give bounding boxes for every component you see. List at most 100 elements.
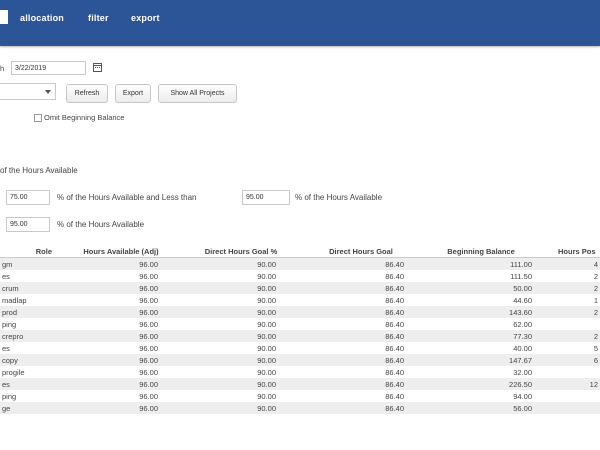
column-header-role[interactable]: Role bbox=[0, 245, 66, 258]
direct-hours-goal-cell: 86.40 bbox=[385, 295, 404, 305]
column-header-direct-hours-goal-pct[interactable]: Direct Hours Goal % bbox=[176, 245, 306, 258]
direct-hours-goal-pct-cell: 90.00 bbox=[257, 319, 276, 329]
hours-pos-cell: 5 bbox=[593, 343, 598, 353]
threshold-low-input[interactable]: 75.00 bbox=[6, 190, 50, 205]
hours-available-cell: 96.00 bbox=[66, 354, 176, 366]
table-row[interactable]: es 96.00 90.00 86.40 226.50 12 bbox=[0, 378, 600, 390]
beginning-balance-cell: 111.00 bbox=[416, 257, 546, 270]
beginning-balance-cell: 147.67 bbox=[416, 354, 546, 366]
direct-hours-goal-cell: 86.40 bbox=[306, 306, 416, 318]
omit-beginning-balance-checkbox[interactable] bbox=[34, 114, 42, 122]
role-cell: crum bbox=[0, 282, 66, 294]
threshold-top-input[interactable]: 95.00 bbox=[6, 217, 50, 232]
hours-table: Role Hours Available (Adj) Direct Hours … bbox=[0, 245, 600, 414]
table-row[interactable]: es 96.00 90.00 86.40 111.50 2 bbox=[0, 270, 600, 282]
beginning-balance-cell: 44.60 bbox=[513, 295, 532, 305]
direct-hours-goal-cell: 86.40 bbox=[306, 402, 416, 414]
role-cell: gm bbox=[0, 257, 66, 270]
hours-pos-cell bbox=[546, 366, 600, 378]
hours-pos-cell: 6 bbox=[546, 354, 600, 366]
beginning-balance-cell: 50.00 bbox=[416, 282, 546, 294]
nav-filter[interactable]: filter bbox=[88, 13, 109, 23]
column-header-hours-available[interactable]: Hours Available (Adj) bbox=[66, 245, 176, 258]
role-cell: crepro bbox=[0, 330, 66, 342]
direct-hours-goal-pct-cell: 90.00 bbox=[257, 271, 276, 281]
direct-hours-goal-cell: 86.40 bbox=[306, 354, 416, 366]
direct-hours-goal-cell: 86.40 bbox=[306, 282, 416, 294]
beginning-balance-cell: 77.30 bbox=[416, 330, 546, 342]
column-header-beginning-balance[interactable]: Beginning Balance bbox=[416, 245, 546, 258]
beginning-balance-cell: 143.60 bbox=[416, 306, 546, 318]
hours-available-cell: 96.00 bbox=[66, 257, 176, 270]
table-row[interactable]: progile 96.00 90.00 86.40 32.00 bbox=[0, 366, 600, 378]
direct-hours-goal-cell: 86.40 bbox=[385, 319, 404, 329]
direct-hours-goal-cell: 86.40 bbox=[306, 257, 416, 270]
table-row[interactable]: crum 96.00 90.00 86.40 50.00 2 bbox=[0, 282, 600, 294]
role-cell: madlap bbox=[2, 295, 27, 305]
top-nav-bar: allocation filter export bbox=[0, 0, 600, 46]
hours-available-cell: 96.00 bbox=[139, 343, 158, 353]
hours-available-cell: 96.00 bbox=[66, 402, 176, 414]
column-header-hours-pos[interactable]: Hours Pos bbox=[546, 245, 600, 258]
threshold-high-input[interactable]: 95.00 bbox=[242, 190, 290, 205]
table-row[interactable]: gm 96.00 90.00 86.40 111.00 4 bbox=[0, 257, 600, 270]
hours-pos-cell bbox=[546, 318, 600, 330]
direct-hours-goal-cell: 86.40 bbox=[385, 391, 404, 401]
hours-pos-cell: 2 bbox=[546, 306, 600, 318]
beginning-balance-cell: 56.00 bbox=[416, 402, 546, 414]
direct-hours-goal-pct-cell: 90.00 bbox=[176, 257, 306, 270]
direct-hours-goal-pct-cell: 90.00 bbox=[257, 391, 276, 401]
direct-hours-goal-cell: 86.40 bbox=[385, 271, 404, 281]
role-cell: ge bbox=[0, 402, 66, 414]
app-logo[interactable] bbox=[0, 10, 8, 24]
show-all-projects-button[interactable]: Show All Projects bbox=[158, 84, 237, 103]
direct-hours-goal-cell: 86.40 bbox=[306, 330, 416, 342]
table-row[interactable]: crepro 96.00 90.00 86.40 77.30 2 bbox=[0, 330, 600, 342]
beginning-balance-cell: 40.00 bbox=[513, 343, 532, 353]
threshold-line-2-suffix: % of the Hours Available bbox=[295, 193, 383, 202]
role-cell: ping bbox=[2, 319, 17, 329]
hours-available-cell: 96.00 bbox=[139, 367, 158, 377]
table-row[interactable]: ping 96.00 90.00 86.40 62.00 bbox=[0, 318, 600, 330]
table-row[interactable]: copy 96.00 90.00 86.40 147.67 6 bbox=[0, 354, 600, 366]
hours-available-cell: 96.00 bbox=[66, 330, 176, 342]
direct-hours-goal-cell: 86.40 bbox=[385, 343, 404, 353]
hours-pos-cell: 2 bbox=[546, 282, 600, 294]
beginning-balance-cell: 62.00 bbox=[513, 319, 532, 329]
hours-available-cell: 96.00 bbox=[139, 391, 158, 401]
table-row[interactable]: prod 96.00 90.00 86.40 143.60 2 bbox=[0, 306, 600, 318]
role-cell: copy bbox=[0, 354, 66, 366]
hours-available-cell: 96.00 bbox=[139, 319, 158, 329]
hours-pos-cell bbox=[546, 390, 600, 402]
role-cell: es bbox=[2, 343, 10, 353]
table-row[interactable]: es 96.00 90.00 86.40 40.00 5 bbox=[0, 342, 600, 354]
direct-hours-goal-cell: 86.40 bbox=[306, 378, 416, 390]
omit-beginning-balance-label: Omit Beginning Balance bbox=[44, 113, 125, 122]
export-button[interactable]: Export bbox=[115, 84, 151, 103]
direct-hours-goal-pct-cell: 90.00 bbox=[176, 282, 306, 294]
table-row[interactable]: ge 96.00 90.00 86.40 56.00 bbox=[0, 402, 600, 414]
direct-hours-goal-pct-cell: 90.00 bbox=[176, 402, 306, 414]
refresh-button[interactable]: Refresh bbox=[66, 84, 108, 103]
calendar-icon[interactable] bbox=[93, 63, 102, 72]
hours-pos-cell: 2 bbox=[546, 330, 600, 342]
hours-pos-cell: 2 bbox=[593, 271, 598, 281]
date-input[interactable]: 3/22/2019 bbox=[11, 61, 86, 75]
hours-pos-cell: 4 bbox=[546, 257, 600, 270]
hours-available-cell: 96.00 bbox=[66, 378, 176, 390]
hours-available-cell: 96.00 bbox=[66, 282, 176, 294]
column-header-direct-hours-goal[interactable]: Direct Hours Goal bbox=[306, 245, 416, 258]
table-row[interactable]: ping 96.00 90.00 86.40 94.00 bbox=[0, 390, 600, 402]
hours-pos-cell: 1 bbox=[593, 295, 598, 305]
hours-available-cell: 96.00 bbox=[139, 295, 158, 305]
nav-allocation[interactable]: allocation bbox=[20, 13, 64, 23]
date-label: h bbox=[0, 64, 5, 73]
hours-available-cell: 96.00 bbox=[66, 306, 176, 318]
beginning-balance-cell: 226.50 bbox=[416, 378, 546, 390]
table-row[interactable]: madlap 96.00 90.00 86.40 44.60 1 bbox=[0, 294, 600, 306]
role-select[interactable] bbox=[0, 83, 56, 100]
threshold-line-2-middle: % of the Hours Available and Less than bbox=[57, 193, 197, 202]
direct-hours-goal-pct-cell: 90.00 bbox=[176, 354, 306, 366]
beginning-balance-cell: 94.00 bbox=[513, 391, 532, 401]
nav-export[interactable]: export bbox=[131, 13, 160, 23]
